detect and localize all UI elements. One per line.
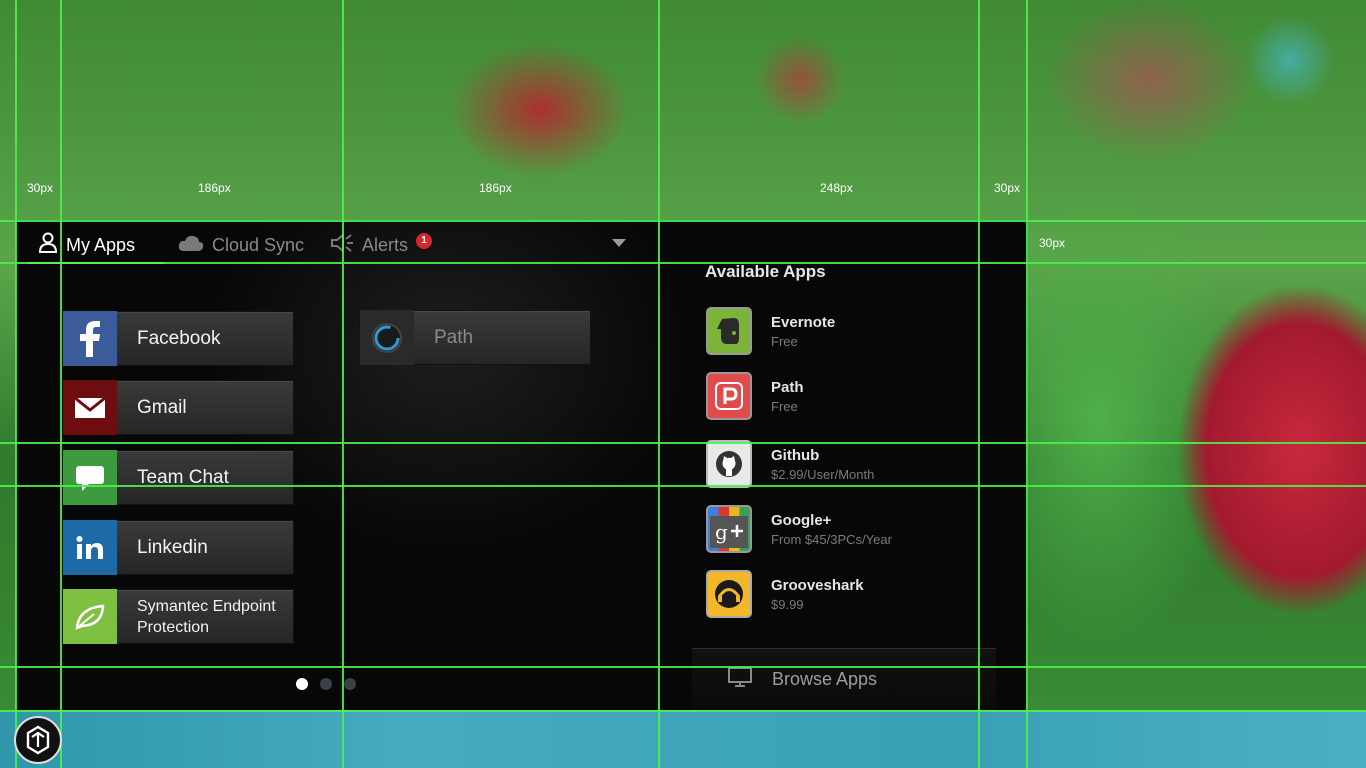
available-app-price: Free — [771, 398, 798, 414]
available-app-price: From $45/3PCs/Year — [771, 531, 892, 547]
guide-label: 186px — [198, 181, 231, 195]
tab-label: Cloud Sync — [212, 234, 305, 255]
chevron-down-icon[interactable] — [612, 239, 626, 247]
available-app-name: Github — [771, 446, 820, 464]
linkedin-icon — [63, 520, 117, 575]
available-apps-title: Available Apps — [705, 262, 826, 281]
dock-bar — [0, 710, 1366, 768]
guide-label: 186px — [479, 181, 512, 195]
path-ring-icon — [360, 310, 414, 365]
page-dot[interactable] — [344, 678, 356, 690]
evernote-icon — [706, 307, 752, 355]
available-app-path[interactable]: Path Free — [706, 370, 1006, 422]
app-label: Linkedin — [137, 537, 208, 558]
available-app-google-plus[interactable]: g Google+ From $45/3PCs/Year — [706, 503, 1006, 555]
available-app-github[interactable]: Github $2.99/User/Month — [706, 438, 1006, 490]
tab-label: My Apps — [66, 234, 136, 255]
page-indicator — [296, 678, 356, 690]
path-p-icon — [706, 372, 752, 420]
app-label: Symantec Endpoint Protection — [137, 597, 276, 636]
tab-my-apps[interactable]: My Apps — [38, 232, 135, 258]
speaker-icon — [330, 232, 354, 259]
app-label: Team Chat — [137, 467, 229, 488]
app-linkedin[interactable]: Linkedin — [62, 520, 294, 575]
tab-label: Alerts — [362, 234, 409, 255]
available-app-name: Grooveshark — [771, 576, 864, 594]
app-team-chat[interactable]: Team Chat — [62, 450, 294, 505]
svg-text:g: g — [715, 520, 728, 544]
available-app-evernote[interactable]: Evernote Free — [706, 305, 1006, 357]
tab-alerts[interactable]: Alerts — [330, 232, 408, 258]
active-tab-indicator — [28, 262, 164, 264]
browse-apps-label: Browse Apps — [772, 669, 878, 689]
guide-label: 30px — [994, 181, 1021, 195]
available-app-name: Google+ — [771, 511, 832, 529]
app-label: Gmail — [137, 397, 187, 418]
guide-label: 30px — [27, 181, 54, 195]
envelope-icon — [63, 380, 117, 435]
app-facebook[interactable]: Facebook — [62, 311, 294, 366]
start-logo-icon[interactable] — [14, 716, 62, 764]
available-app-price: Free — [771, 333, 798, 349]
facebook-icon — [63, 311, 117, 366]
app-symantec-endpoint-protection[interactable]: Symantec Endpoint Protection — [62, 589, 294, 644]
app-label: Path — [434, 327, 474, 348]
github-icon — [706, 440, 752, 488]
page-dot[interactable] — [296, 678, 308, 690]
available-app-grooveshark[interactable]: Grooveshark $9.99 — [706, 568, 1006, 620]
available-app-price: $9.99 — [771, 596, 804, 612]
cloud-icon — [178, 234, 204, 257]
tab-bar: My Apps Cloud Sync Alerts 1 — [16, 220, 658, 264]
monitor-icon — [728, 667, 752, 692]
app-label: Facebook — [137, 328, 221, 349]
chat-bubble-icon — [63, 450, 117, 505]
app-gmail[interactable]: Gmail — [62, 380, 294, 435]
available-app-price: $2.99/User/Month — [771, 466, 875, 482]
guide-label: 30px — [1039, 236, 1066, 250]
leaf-icon — [63, 589, 117, 644]
available-app-name: Path — [771, 378, 804, 396]
browse-apps-button[interactable]: Browse Apps — [692, 648, 996, 710]
page-dot[interactable] — [320, 678, 332, 690]
tab-cloud-sync[interactable]: Cloud Sync — [178, 232, 304, 258]
google-plus-icon: g — [706, 505, 752, 553]
guide-label: 248px — [820, 181, 853, 195]
grooveshark-icon — [706, 570, 752, 618]
app-path[interactable]: Path — [359, 310, 591, 365]
user-icon — [38, 232, 58, 259]
alerts-count-badge: 1 — [416, 233, 432, 249]
available-app-name: Evernote — [771, 313, 836, 331]
apps-panel: My Apps Cloud Sync Alerts 1 Facebook Gma… — [16, 220, 1028, 710]
